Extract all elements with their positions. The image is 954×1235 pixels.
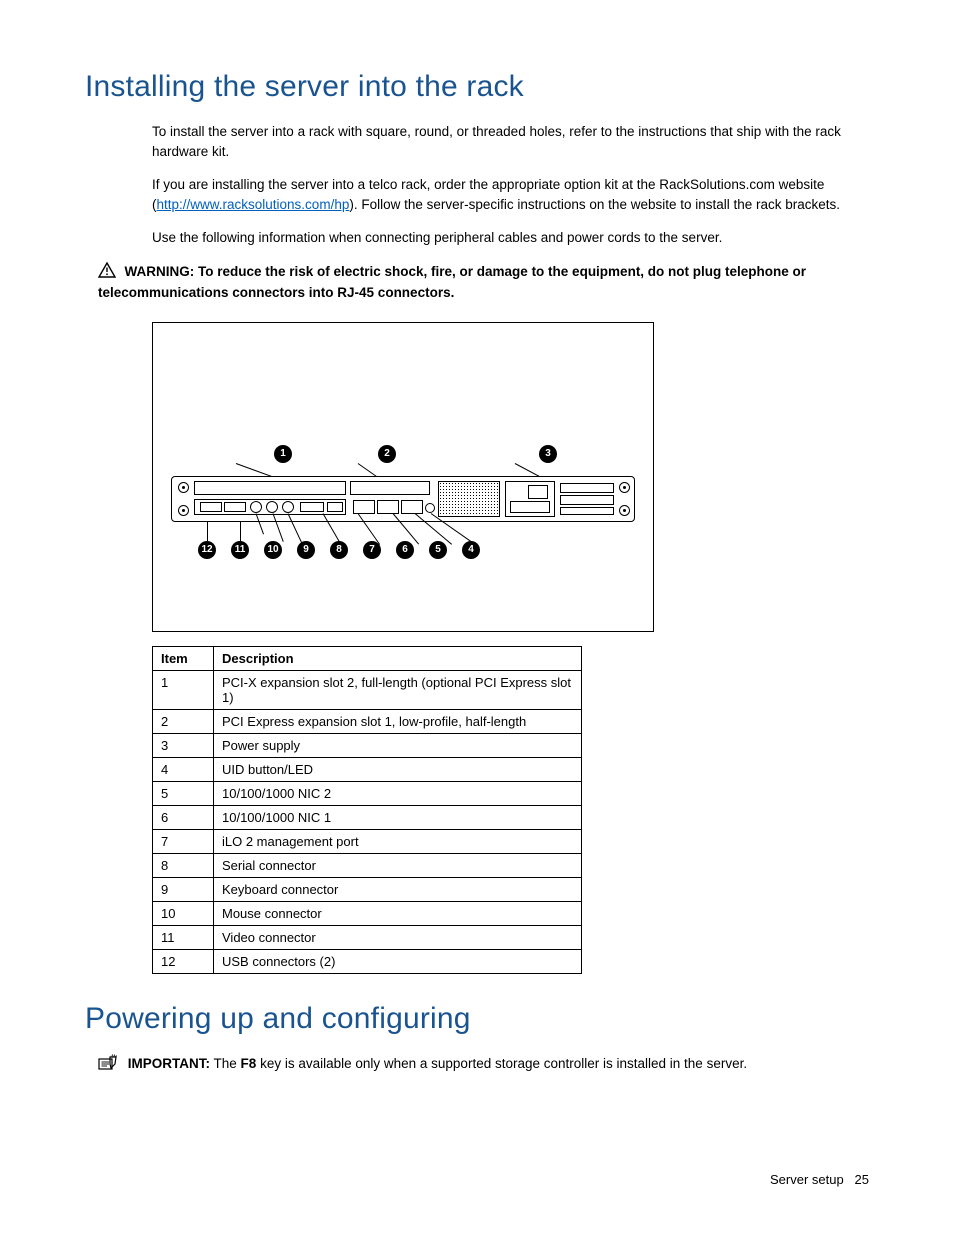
table-cell-desc: USB connectors (2) [214, 950, 582, 974]
table-cell-desc: Video connector [214, 926, 582, 950]
heading-powering: Powering up and configuring [85, 1002, 869, 1036]
para-2: If you are installing the server into a … [85, 175, 869, 214]
warning-body: To reduce the risk of electric shock, fi… [98, 264, 806, 300]
callout-12: 12 [198, 541, 216, 559]
table-cell-item: 10 [153, 902, 214, 926]
table-row: 2PCI Express expansion slot 1, low-profi… [153, 710, 582, 734]
table-row: 3Power supply [153, 734, 582, 758]
server-rear-panel [171, 476, 635, 522]
warning-block: WARNING: To reduce the risk of electric … [85, 262, 869, 303]
table-cell-item: 5 [153, 782, 214, 806]
callout-10: 10 [264, 541, 282, 559]
table-cell-desc: PCI-X expansion slot 2, full-length (opt… [214, 671, 582, 710]
callout-11: 11 [231, 541, 249, 559]
racksolutions-link[interactable]: http://www.racksolutions.com/hp [157, 197, 350, 212]
table-row: 510/100/1000 NIC 2 [153, 782, 582, 806]
para-1: To install the server into a rack with s… [85, 122, 869, 161]
table-row: 7iLO 2 management port [153, 830, 582, 854]
table-head-desc: Description [214, 647, 582, 671]
rear-panel-diagram: 1 2 3 [152, 322, 654, 632]
important-key: F8 [241, 1056, 257, 1071]
important-pre: The [210, 1056, 241, 1071]
table-head-item: Item [153, 647, 214, 671]
table-cell-desc: Mouse connector [214, 902, 582, 926]
table-row: 4UID button/LED [153, 758, 582, 782]
page-footer: Server setup 25 [770, 1172, 869, 1187]
callout-3: 3 [539, 445, 557, 463]
table-cell-desc: iLO 2 management port [214, 830, 582, 854]
warning-icon [98, 262, 116, 283]
table-cell-item: 4 [153, 758, 214, 782]
table-header-row: Item Description [153, 647, 582, 671]
table-cell-item: 11 [153, 926, 214, 950]
warning-text: WARNING: To reduce the risk of electric … [98, 264, 806, 300]
table-cell-desc: 10/100/1000 NIC 2 [214, 782, 582, 806]
table-cell-desc: PCI Express expansion slot 1, low-profil… [214, 710, 582, 734]
table-row: 9Keyboard connector [153, 878, 582, 902]
important-block: IMPORTANT: The F8 key is available only … [85, 1054, 869, 1075]
table-row: 610/100/1000 NIC 1 [153, 806, 582, 830]
callout-8: 8 [330, 541, 348, 559]
table-row: 1PCI-X expansion slot 2, full-length (op… [153, 671, 582, 710]
important-post: key is available only when a supported s… [256, 1056, 747, 1071]
callout-2: 2 [378, 445, 396, 463]
table-row: 12USB connectors (2) [153, 950, 582, 974]
table-cell-item: 8 [153, 854, 214, 878]
table-cell-item: 6 [153, 806, 214, 830]
table-row: 10Mouse connector [153, 902, 582, 926]
table-cell-desc: 10/100/1000 NIC 1 [214, 806, 582, 830]
callout-4: 4 [462, 541, 480, 559]
table-cell-item: 3 [153, 734, 214, 758]
important-icon [98, 1054, 118, 1075]
table-cell-item: 7 [153, 830, 214, 854]
table-cell-item: 9 [153, 878, 214, 902]
callout-5: 5 [429, 541, 447, 559]
table-cell-item: 2 [153, 710, 214, 734]
table-row: 8Serial connector [153, 854, 582, 878]
table-cell-desc: Power supply [214, 734, 582, 758]
warning-label: WARNING: [124, 264, 194, 279]
table-cell-desc: Serial connector [214, 854, 582, 878]
footer-page: 25 [855, 1172, 869, 1187]
para-2-post: ). Follow the server-specific instructio… [349, 197, 840, 212]
callout-6: 6 [396, 541, 414, 559]
callout-1: 1 [274, 445, 292, 463]
footer-section: Server setup [770, 1172, 844, 1187]
table-cell-desc: Keyboard connector [214, 878, 582, 902]
heading-installing: Installing the server into the rack [85, 70, 869, 104]
table-cell-item: 12 [153, 950, 214, 974]
callout-table: Item Description 1PCI-X expansion slot 2… [152, 646, 582, 974]
table-row: 11Video connector [153, 926, 582, 950]
important-label: IMPORTANT: [128, 1056, 210, 1071]
callout-9: 9 [297, 541, 315, 559]
table-cell-item: 1 [153, 671, 214, 710]
table-cell-desc: UID button/LED [214, 758, 582, 782]
para-3: Use the following information when conne… [85, 228, 869, 248]
